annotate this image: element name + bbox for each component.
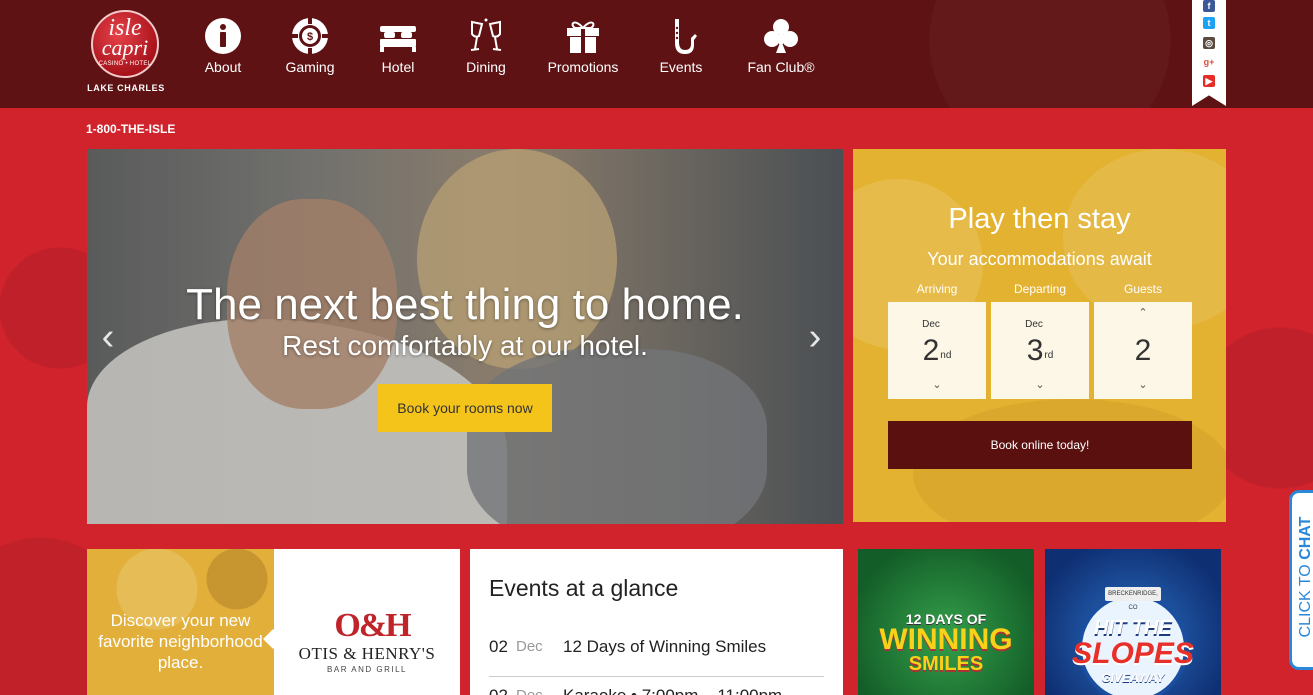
arriving-label: Arriving	[916, 282, 958, 296]
nav-gaming[interactable]: $ Gaming	[283, 16, 337, 80]
site-header: isle capri CASINO • HOTEL LAKE CHARLES A…	[0, 0, 1313, 108]
events-title: Events at a glance	[489, 575, 679, 601]
phone-number[interactable]: 1-800-THE-ISLE	[86, 122, 175, 136]
champagne-glasses-icon	[470, 18, 502, 51]
nav-fan-club[interactable]: Fan Club®	[745, 16, 817, 80]
book-online-button[interactable]: Book online today!	[888, 421, 1192, 469]
nav-hotel-label: Hotel	[381, 59, 415, 75]
nav-events-label: Events	[659, 59, 703, 75]
arriving-day-group: 2nd	[888, 334, 986, 368]
arriving-date-picker[interactable]: Dec 2nd ⌄	[888, 302, 986, 399]
hero-subtitle: Rest comfortably at our hotel.	[282, 330, 648, 361]
club-suit-icon	[764, 19, 798, 53]
carousel-next-icon[interactable]: ›	[803, 317, 827, 357]
instagram-icon[interactable]: ◎	[1203, 37, 1215, 49]
site-logo[interactable]: isle capri CASINO • HOTEL LAKE CHARLES	[86, 10, 166, 94]
promo-blue-line3: GIVEAWAY	[1101, 671, 1165, 685]
svg-text:$: $	[307, 31, 313, 43]
otis-henrys-logo-name: OTIS & HENRY'S	[298, 644, 436, 663]
logo-city: LAKE CHARLES	[87, 83, 165, 93]
logo-tagline: CASINO • HOTEL	[98, 61, 152, 67]
guests-stepper[interactable]: ⌃ 2 ⌄	[1094, 302, 1192, 399]
dining-tile-text: Discover your new favorite neighborhood …	[98, 611, 263, 672]
book-rooms-button[interactable]: Book your rooms now	[378, 384, 552, 432]
departing-month: Dec	[1025, 319, 1043, 330]
promo-hit-the-slopes[interactable]: BRECKENRIDGE, CO HIT THE SLOPES GIVEAWAY	[1045, 549, 1221, 695]
hero-carousel: The next best thing to home. Rest comfor…	[87, 149, 843, 524]
event-month: Dec	[516, 687, 543, 695]
guests-count: 2	[1134, 334, 1152, 367]
nav-events[interactable]: Events	[657, 16, 705, 80]
departing-day-group: 3rd	[991, 334, 1089, 368]
events-panel: Events at a glance 02 Dec 12 Days of Win…	[470, 549, 843, 695]
nav-about-label: About	[204, 59, 242, 75]
dining-promo-tile[interactable]: Discover your new favorite neighborhood …	[87, 549, 460, 695]
twitter-icon[interactable]: t	[1203, 17, 1215, 29]
promo-blue-sign: BRECKENRIDGE, CO	[1105, 587, 1161, 611]
carousel-prev-icon[interactable]: ‹	[96, 317, 120, 357]
event-month: Dec	[516, 638, 543, 655]
chat-label-prefix: CLICK TO	[1297, 559, 1313, 638]
arriving-day: 2	[922, 334, 940, 367]
google-plus-icon[interactable]: g+	[1203, 56, 1215, 68]
event-day: 02	[489, 637, 508, 656]
promo-green-line2: WINNING	[879, 623, 1013, 656]
departing-chevron-down-icon[interactable]: ⌄	[991, 378, 1089, 391]
nav-about[interactable]: About	[200, 16, 246, 80]
bed-icon	[380, 26, 416, 52]
promo-green-line3: SMILES	[908, 653, 984, 675]
otis-henrys-logo-sub: BAR AND GRILL	[327, 665, 407, 674]
event-item[interactable]: 02 Dec Karaoke • 7:00pm – 11:00pm	[489, 686, 824, 695]
arriving-chevron-down-icon[interactable]: ⌄	[888, 378, 986, 391]
nav-gaming-label: Gaming	[285, 59, 335, 75]
nav-dining-label: Dining	[466, 59, 506, 75]
nav-hotel[interactable]: Hotel	[377, 16, 419, 80]
promo-winning-smiles[interactable]: 12 DAYS OF WINNING SMILES	[858, 549, 1034, 695]
gift-icon	[567, 21, 599, 53]
chat-button[interactable]: CLICK TO CHAT	[1289, 490, 1313, 670]
arriving-month: Dec	[922, 319, 940, 330]
social-links: f t ◎ g+ ▶	[1192, 0, 1226, 106]
booking-widget: Play then stay Your accommodations await…	[853, 149, 1226, 522]
nav-promotions[interactable]: Promotions	[546, 16, 620, 80]
guests-label: Guests	[1123, 282, 1162, 296]
logo-word-capri: capri	[101, 35, 149, 60]
event-day: 02	[489, 686, 508, 695]
booking-title: Play then stay	[948, 203, 1131, 235]
nav-fan-club-label: Fan Club®	[747, 59, 815, 75]
promo-blue-line2: SLOPES	[1072, 637, 1194, 670]
departing-label: Departing	[1013, 282, 1067, 296]
nav-promotions-label: Promotions	[547, 59, 619, 75]
facebook-icon[interactable]: f	[1203, 0, 1215, 12]
event-name: Karaoke • 7:00pm – 11:00pm	[563, 686, 782, 695]
saxophone-icon	[675, 19, 697, 54]
event-item[interactable]: 02 Dec 12 Days of Winning Smiles	[489, 637, 824, 677]
event-name: 12 Days of Winning Smiles	[563, 637, 767, 656]
guests-chevron-up-icon[interactable]: ⌃	[1094, 306, 1192, 319]
booking-subtitle: Your accommodations await	[927, 249, 1152, 269]
arriving-day-suffix: nd	[940, 350, 952, 361]
hero-title: The next best thing to home.	[186, 280, 744, 329]
guests-chevron-down-icon[interactable]: ⌄	[1094, 378, 1192, 391]
nav-dining[interactable]: Dining	[463, 16, 509, 80]
departing-date-picker[interactable]: Dec 3rd ⌄	[991, 302, 1089, 399]
poker-chip-icon: $	[291, 17, 329, 55]
departing-day: 3	[1026, 334, 1044, 367]
otis-henrys-logo-mark: O&H	[334, 607, 411, 644]
youtube-icon[interactable]: ▶	[1203, 75, 1215, 87]
departing-day-suffix: rd	[1044, 350, 1054, 361]
info-icon	[205, 18, 241, 54]
chat-label: CLICK TO CHAT	[1294, 497, 1313, 657]
chat-label-bold: CHAT	[1297, 516, 1313, 560]
